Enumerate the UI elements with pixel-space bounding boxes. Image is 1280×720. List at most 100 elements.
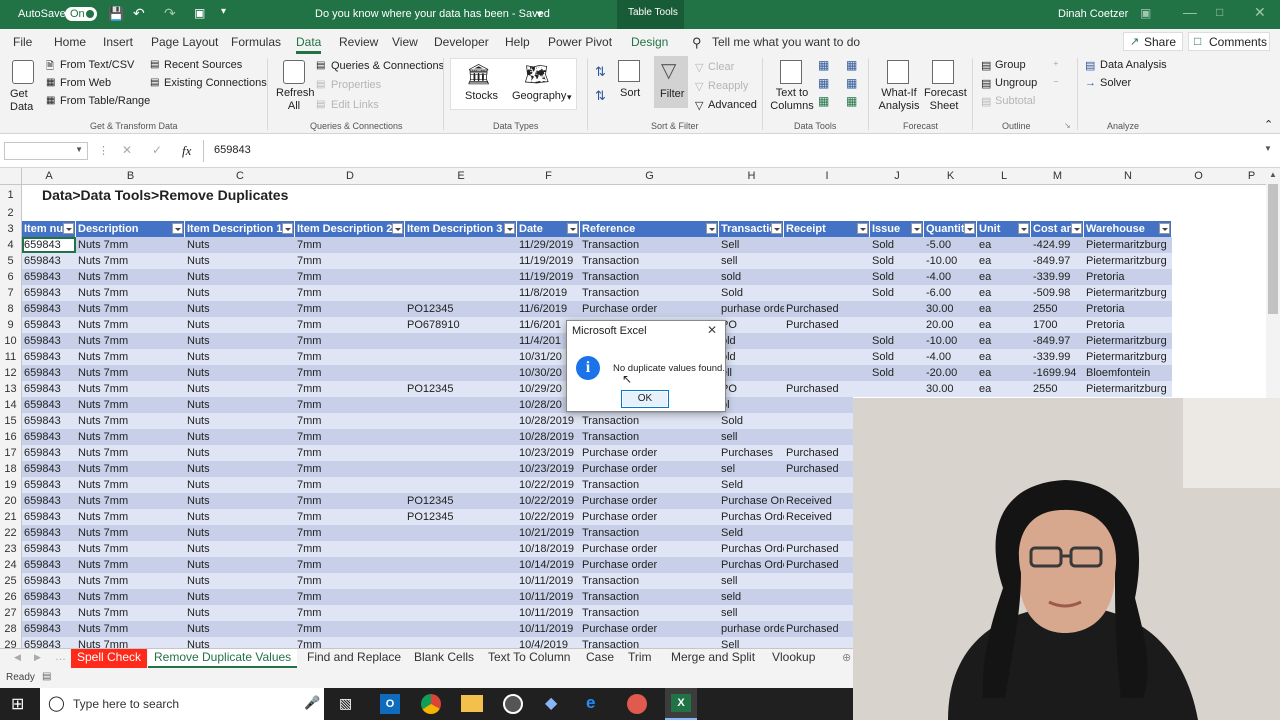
next-sheet-icon[interactable]: ▶ [34, 652, 41, 663]
table-cell[interactable]: Pretoria [1084, 269, 1172, 285]
tab-insert[interactable]: Insert [103, 35, 133, 49]
table-cell[interactable]: Pietermaritzburg [1084, 349, 1172, 365]
table-cell[interactable] [405, 333, 517, 349]
edit-links-button[interactable]: Edit Links [331, 99, 379, 111]
table-cell[interactable]: Nuts [185, 381, 295, 397]
microphone-icon[interactable]: 🎤 [304, 695, 320, 711]
forecast-sheet-button[interactable]: Forecast Sheet [924, 87, 967, 113]
recent-sources-button[interactable]: Recent Sources [164, 59, 242, 71]
col-l[interactable]: L [977, 170, 1031, 182]
table-cell[interactable]: Nuts 7mm [76, 349, 185, 365]
table-cell[interactable]: 7mm [295, 493, 405, 509]
row-header[interactable]: 27 [0, 605, 22, 621]
table-cell[interactable]: 7mm [295, 637, 405, 648]
table-cell[interactable]: 7mm [295, 413, 405, 429]
header-transaction[interactable]: Transactio [719, 221, 783, 237]
table-cell[interactable]: Nuts [185, 589, 295, 605]
table-cell[interactable]: 11/29/2019 [517, 237, 580, 253]
table-cell[interactable]: 659843 [22, 573, 76, 589]
row-header[interactable]: 2 [0, 205, 22, 221]
filter-dropdown-icon[interactable] [857, 223, 868, 234]
table-cell[interactable]: Sold [870, 237, 924, 253]
table-cell[interactable]: Transaction [580, 477, 719, 493]
table-cell[interactable]: Sold [719, 285, 784, 301]
redo-icon[interactable]: ↷ [164, 5, 176, 22]
table-cell[interactable]: 10/14/2019 [517, 557, 580, 573]
screen-recorder-icon[interactable] [627, 694, 647, 714]
row-header[interactable]: 18 [0, 461, 22, 477]
from-text-csv-button[interactable]: From Text/CSV [60, 59, 134, 71]
table-cell[interactable] [405, 429, 517, 445]
table-cell[interactable]: Nuts 7mm [76, 573, 185, 589]
row-header[interactable]: 20 [0, 493, 22, 509]
table-cell[interactable]: 7mm [295, 589, 405, 605]
queries-connections-button[interactable]: Queries & Connections [331, 60, 444, 72]
table-cell[interactable] [405, 237, 517, 253]
table-cell[interactable]: Purchase order [580, 557, 719, 573]
get-data-button[interactable]: Get Data [10, 88, 40, 114]
tab-home[interactable]: Home [54, 35, 86, 49]
name-box-dropdown-icon[interactable]: ▼ [75, 145, 83, 154]
table-cell[interactable]: 10/23/2019 [517, 445, 580, 461]
table-cell[interactable] [405, 605, 517, 621]
sort-ascending-icon[interactable]: ⇅ [595, 64, 606, 80]
table-cell[interactable]: purhase orde [719, 621, 784, 637]
table-cell[interactable]: -20.00 [924, 365, 977, 381]
table-cell[interactable] [784, 237, 870, 253]
table-cell[interactable]: Sell [719, 637, 784, 648]
table-cell[interactable]: 11/6/2019 [517, 301, 580, 317]
table-cell[interactable]: ea [977, 269, 1031, 285]
table-cell[interactable]: Nuts [185, 477, 295, 493]
table-cell[interactable]: Seld [719, 525, 784, 541]
table-cell[interactable]: Purchased [784, 381, 870, 397]
scroll-up-icon[interactable]: ▲ [1269, 170, 1277, 179]
table-cell[interactable]: 10/11/2019 [517, 589, 580, 605]
table-cell[interactable]: -339.99 [1031, 269, 1084, 285]
table-cell[interactable]: 659843 [22, 349, 76, 365]
row-header[interactable]: 9 [0, 317, 22, 333]
table-cell[interactable] [405, 269, 517, 285]
table-cell[interactable]: Nuts 7mm [76, 509, 185, 525]
table-cell[interactable]: Purchase Ord [719, 493, 784, 509]
table-cell[interactable]: Nuts 7mm [76, 621, 185, 637]
table-cell[interactable]: 10/22/2019 [517, 493, 580, 509]
table-cell[interactable]: ea [977, 237, 1031, 253]
table-cell[interactable]: 10/11/2019 [517, 573, 580, 589]
tab-formulas[interactable]: Formulas [231, 35, 281, 49]
col-e[interactable]: E [405, 170, 517, 182]
header-description[interactable]: Description [76, 221, 184, 237]
table-cell[interactable]: Purchase order [580, 461, 719, 477]
row-header[interactable]: 24 [0, 557, 22, 573]
table-cell[interactable]: 7mm [295, 253, 405, 269]
autosave-toggle[interactable]: On [65, 7, 97, 21]
camera-icon[interactable]: ▣ [194, 6, 205, 20]
table-cell[interactable]: ea [977, 349, 1031, 365]
geography-button[interactable]: Geography [512, 90, 566, 102]
undo-icon[interactable]: ↶ [133, 5, 145, 22]
table-cell[interactable]: -6.00 [924, 285, 977, 301]
table-cell[interactable]: 659843 [22, 445, 76, 461]
table-cell[interactable]: Pretoria [1084, 317, 1172, 333]
header-receipt[interactable]: Receipt [784, 221, 869, 237]
table-cell[interactable]: sell [719, 429, 784, 445]
table-cell[interactable] [870, 301, 924, 317]
table-cell[interactable] [784, 269, 870, 285]
refresh-all-button[interactable]: Refresh All [276, 87, 315, 113]
row-header[interactable]: 21 [0, 509, 22, 525]
filter-dropdown-icon[interactable] [911, 223, 922, 234]
table-cell[interactable]: Nuts 7mm [76, 333, 185, 349]
table-cell[interactable]: 7mm [295, 445, 405, 461]
table-cell[interactable]: seld [719, 589, 784, 605]
row-header[interactable]: 17 [0, 445, 22, 461]
table-cell[interactable]: Transaction [580, 589, 719, 605]
table-cell[interactable]: 1700 [1031, 317, 1084, 333]
table-cell[interactable] [405, 637, 517, 648]
table-cell[interactable]: 659843 [22, 381, 76, 397]
table-cell[interactable]: 659843 [22, 317, 76, 333]
clear-button[interactable]: Clear [708, 61, 734, 73]
table-cell[interactable]: PO12345 [405, 509, 517, 525]
windows-start-icon[interactable]: ⊞ [11, 694, 24, 714]
table-cell[interactable]: old [719, 333, 784, 349]
name-box[interactable]: ▼ [4, 142, 88, 160]
table-cell[interactable]: Nuts 7mm [76, 429, 185, 445]
